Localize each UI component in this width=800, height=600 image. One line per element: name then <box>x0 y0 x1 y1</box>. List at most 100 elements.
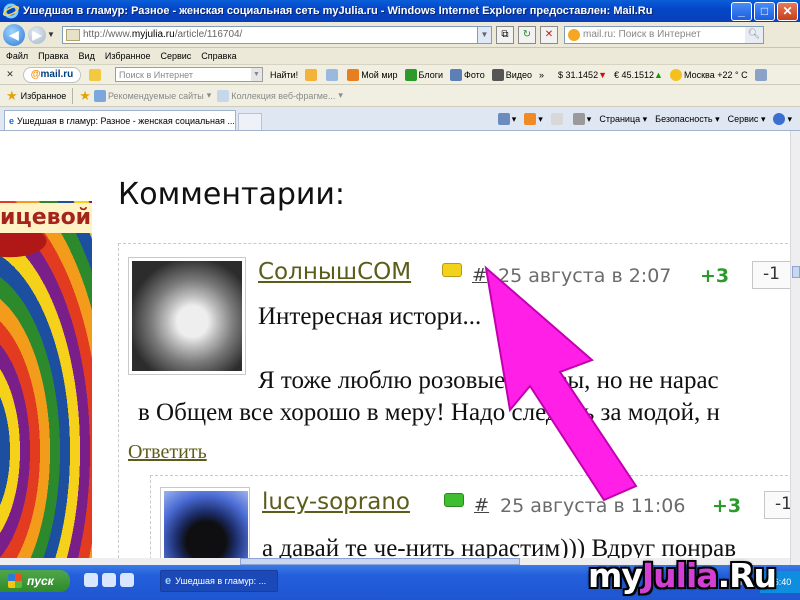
refresh-icon[interactable]: ↻ <box>518 25 536 44</box>
page-icon <box>66 28 80 41</box>
sun-icon <box>669 68 682 81</box>
down-arrow-icon: ▼ <box>598 69 607 80</box>
mailru-search-dropdown-icon[interactable]: ▼ <box>251 68 262 81</box>
address-toolbar: ◀ ▶ ▼ http://www.myjulia.ru/article/1167… <box>0 22 800 48</box>
search-input[interactable]: mail.ru: Поиск в Интернет 🔍︎ <box>564 25 764 44</box>
stop-icon[interactable]: ✕ <box>540 25 558 44</box>
comment-author-link[interactable]: СолнышCOM <box>258 259 411 285</box>
menu-tools[interactable]: Сервис <box>160 51 191 61</box>
find-button[interactable]: Найти! <box>270 70 298 80</box>
menu-view[interactable]: Вид <box>79 51 95 61</box>
favorites-star-icon[interactable]: ★ <box>6 88 18 104</box>
mailru-search-engine-icon[interactable] <box>89 68 101 81</box>
print-icon[interactable]: ▾ <box>572 113 591 125</box>
menu-file[interactable]: Файл <box>6 51 28 61</box>
comment-text-line: Я тоже люблю розовые стразы, но не нарас <box>258 367 719 394</box>
compatibility-view-icon[interactable]: ⧉ <box>496 25 514 44</box>
browser-tab[interactable]: e Ушедшая в гламур: Разное - женская соц… <box>4 110 236 130</box>
recommended-dropdown-icon[interactable]: ▾ <box>207 90 212 101</box>
start-button[interactable]: пуск <box>0 570 70 592</box>
blogs-button[interactable]: Блоги <box>404 68 443 81</box>
mailru-search-input[interactable]: Поиск в Интернет ▼ <box>115 67 263 82</box>
web-slice-gallery-link[interactable]: Коллекция веб-фрагме... <box>231 91 335 101</box>
maximize-button[interactable]: □ <box>754 1 775 21</box>
comment-author-link[interactable]: lucy-soprano <box>262 489 410 515</box>
comment-date: 25 августа в 11:06 <box>500 495 686 517</box>
weather[interactable]: Москва +22 ° C <box>669 68 748 81</box>
close-toolbar-icon[interactable]: ✕ <box>3 69 17 80</box>
mail-icon[interactable] <box>550 113 565 125</box>
safety-menu[interactable]: Безопасность ▾ <box>655 114 719 125</box>
comment-score: +3 <box>712 495 742 517</box>
menu-favorites[interactable]: Избранное <box>105 51 151 61</box>
cat-photo <box>164 491 248 565</box>
quick-launch-icon[interactable] <box>120 573 134 587</box>
address-bar[interactable]: http://www.myjulia.ru/article/116704/ ▼ <box>62 25 492 44</box>
my-world-button[interactable]: Мой мир <box>347 68 398 81</box>
usd-rate: $ 31.1452 ▼ <box>558 69 607 80</box>
vote-minus-button[interactable]: -1 <box>764 491 790 519</box>
tools-menu[interactable]: Сервис ▾ <box>728 114 766 125</box>
up-arrow-icon: ▲ <box>654 69 663 80</box>
reply-link[interactable]: Ответить <box>128 441 207 464</box>
quick-launch-icon[interactable] <box>84 573 98 587</box>
comment-text-line: Интересная истори... <box>258 303 482 330</box>
search-placeholder: mail.ru: Поиск в Интернет <box>583 29 701 40</box>
recommended-sites-link[interactable]: Рекомендуемые сайты <box>108 91 204 101</box>
quick-launch-icon[interactable] <box>102 573 116 587</box>
search-go-icon[interactable]: 🔍︎ <box>745 26 763 43</box>
child-photo <box>132 261 242 371</box>
internet-explorer-icon <box>3 3 19 19</box>
window-title-bar: Ушедшая в гламур: Разное - женская социа… <box>0 0 800 22</box>
vertical-scroll-thumb[interactable] <box>792 266 800 278</box>
mailru-toolbar: ✕ @ mail.ru Поиск в Интернет ▼ Найти! Мой… <box>0 65 800 85</box>
magnifier-icon[interactable] <box>326 68 340 81</box>
taskbar-window-button[interactable]: e Ушедшая в гламур: ... <box>160 570 278 592</box>
back-button[interactable]: ◀ <box>3 23 25 46</box>
vote-minus-button[interactable]: -1 <box>752 261 790 289</box>
minimize-button[interactable]: _ <box>731 1 752 21</box>
history-dropdown-icon[interactable]: ▼ <box>46 30 56 39</box>
side-banner-image[interactable] <box>0 201 92 565</box>
address-dropdown-icon[interactable]: ▼ <box>477 26 491 43</box>
new-tab-button[interactable] <box>238 113 262 130</box>
comment-permalink[interactable]: # <box>472 265 487 286</box>
web-page: ицевой Комментарии: СолнышCOM # 25 авгус… <box>0 131 790 565</box>
horizontal-scroll-thumb[interactable] <box>240 558 520 565</box>
gallery-dropdown-icon[interactable]: ▾ <box>338 90 343 101</box>
comment-score: +3 <box>700 265 730 287</box>
settings-icon[interactable] <box>754 68 769 81</box>
tab-bar: e Ушедшая в гламур: Разное - женская соц… <box>0 107 800 131</box>
favorites-button[interactable]: Избранное <box>21 91 67 101</box>
forward-button[interactable]: ▶ <box>28 25 46 44</box>
more-chevron-icon[interactable]: » <box>539 70 544 80</box>
photo-button[interactable]: Фото <box>450 68 485 81</box>
menu-edit[interactable]: Правка <box>38 51 68 61</box>
recommended-sites-icon <box>93 89 106 102</box>
vertical-scrollbar[interactable] <box>790 131 800 565</box>
avatar[interactable] <box>128 257 246 375</box>
comment-date: 25 августа в 2:07 <box>498 265 672 287</box>
window-title: Ушедшая в гламур: Разное - женская социа… <box>23 5 653 17</box>
pen-icon[interactable] <box>305 68 319 81</box>
help-icon[interactable]: ▾ <box>773 113 792 125</box>
home-icon[interactable]: ▾ <box>497 113 516 125</box>
video-button[interactable]: Видео <box>491 68 532 81</box>
page-menu[interactable]: Страница ▾ <box>599 114 647 125</box>
favorites-bar: ★ Избранное ★ Рекомендуемые сайты ▾ Колл… <box>0 85 800 107</box>
add-favorite-icon[interactable]: ★ <box>79 88 91 104</box>
divider <box>72 87 74 104</box>
mailru-logo[interactable]: @ mail.ru <box>23 66 81 83</box>
close-button[interactable]: ✕ <box>777 1 798 21</box>
avatar[interactable] <box>160 487 250 565</box>
comment-permalink[interactable]: # <box>474 495 489 516</box>
web-slice-icon <box>217 89 230 102</box>
feeds-icon[interactable]: ▾ <box>524 113 543 125</box>
address-url: http://www.myjulia.ru/article/116704/ <box>83 29 243 40</box>
myjulia-watermark: myJulia.Ru <box>588 556 777 595</box>
command-bar: ▾ ▾ ▾ Страница ▾ Безопасность ▾ Сервис ▾… <box>490 108 800 130</box>
message-bubble-icon[interactable] <box>442 263 462 277</box>
message-bubble-icon[interactable] <box>444 493 464 507</box>
menu-help[interactable]: Справка <box>201 51 236 61</box>
windows-logo-icon <box>8 574 22 588</box>
